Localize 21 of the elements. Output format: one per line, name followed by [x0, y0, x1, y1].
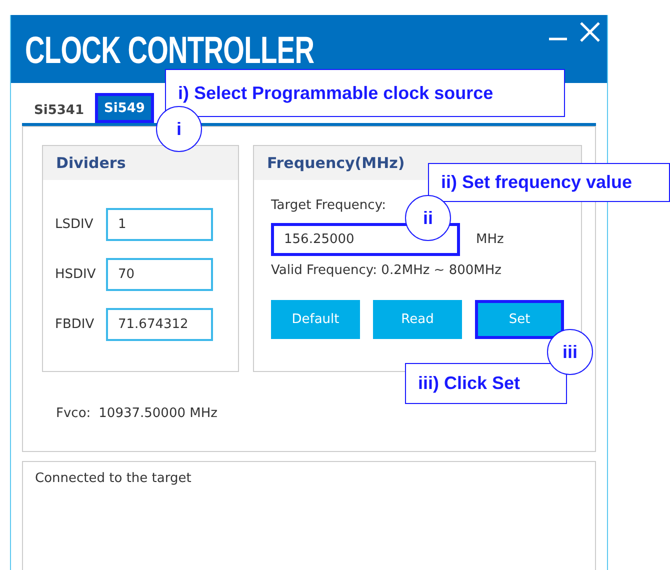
group-title: Dividers: [56, 154, 126, 172]
field-label: Target Frequency:: [271, 198, 387, 213]
input-field[interactable]: 1: [106, 208, 213, 241]
field-label: FBDIV: [55, 317, 96, 332]
tab[interactable]: Si5341: [28, 97, 90, 123]
callout-note: iii) Click Set: [405, 363, 567, 404]
log-line: Connected to the target: [35, 471, 192, 486]
field-label: LSDIV: [55, 217, 94, 232]
fvco-label: Fvco:: [56, 406, 91, 421]
group-title: Frequency(MHz): [267, 154, 405, 172]
input-field[interactable]: 71.674312: [106, 308, 213, 341]
callout-note: ii) Set frequency value: [428, 163, 670, 202]
callout-note: i) Select Programmable clock source: [165, 69, 565, 117]
field-label: HSDIV: [55, 267, 97, 282]
close-icon[interactable]: [579, 21, 601, 43]
input-field[interactable]: 70: [106, 258, 213, 291]
tab[interactable]: Si549: [95, 93, 154, 123]
fvco-value: 10937.50000 MHz: [98, 406, 218, 421]
frequency-input[interactable]: 156.25000: [271, 223, 460, 256]
unit-label: MHz: [476, 232, 504, 247]
valid-range-text: Valid Frequency: 0.2MHz ~ 800MHz: [271, 263, 502, 278]
